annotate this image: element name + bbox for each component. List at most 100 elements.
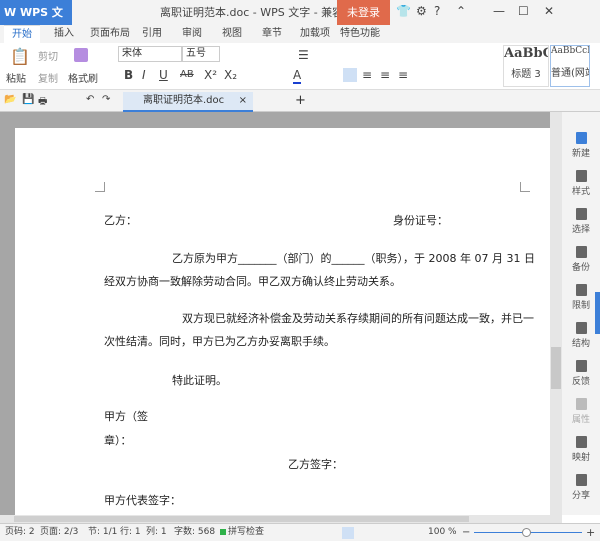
tab-layout[interactable]: 页面布局 — [90, 25, 130, 43]
text-line: 乙方签字： — [288, 458, 343, 471]
redo-icon[interactable]: ↷ — [102, 94, 110, 105]
document-tab[interactable]: 离职证明范本.doc × — [123, 92, 253, 112]
strikethrough-button[interactable]: AB — [180, 69, 194, 80]
undo-icon[interactable]: ↶ — [86, 94, 94, 105]
horizontal-scrollbar[interactable] — [0, 515, 562, 523]
maximize-button[interactable]: ☐ — [518, 4, 529, 18]
status-page: 页码: 2 — [5, 527, 35, 537]
open-icon[interactable]: 📂 — [4, 94, 16, 105]
spellcheck-button[interactable]: 拼写检查 — [228, 524, 264, 541]
bullets-icon[interactable]: ☰ — [298, 48, 309, 62]
app-menu-button[interactable]: W WPS 文字 — [0, 0, 72, 44]
paste-icon: 📋 — [10, 47, 30, 66]
italic-button[interactable]: I — [142, 68, 146, 82]
tab-view[interactable]: 视图 — [222, 25, 242, 43]
text-line: 特此证明。 — [172, 374, 227, 387]
close-tab-icon[interactable]: × — [239, 92, 247, 110]
zoom-level[interactable]: 100 % — [428, 524, 457, 541]
sidebar-feedback[interactable]: 反馈 — [562, 360, 600, 387]
document-tab-label: 离职证明范本.doc — [143, 95, 225, 106]
zoom-slider-thumb[interactable] — [522, 528, 531, 537]
sidebar-share[interactable]: 分享 — [562, 474, 600, 501]
format-painter-icon — [74, 48, 88, 62]
justify-button[interactable]: ≡ — [398, 68, 408, 82]
window-title: 离职证明范本.doc - WPS 文字 - 兼容模式 — [160, 6, 366, 19]
sidebar-styles[interactable]: 样式 — [562, 170, 600, 197]
font-select[interactable]: 宋体 — [118, 46, 182, 62]
text-line: 甲方（签 — [104, 410, 148, 423]
underline-button[interactable]: U — [159, 68, 168, 82]
align-center-button[interactable]: ≡ — [362, 68, 372, 82]
text-line: 乙方原为甲方_______（部门）的______（职务），于 2008 年 07… — [172, 252, 535, 265]
settings-icon[interactable]: ⚙ — [416, 4, 427, 18]
document-page[interactable]: 乙方： 身份证号： 乙方原为甲方_______（部门）的______（职务），于… — [15, 128, 550, 515]
sidebar-new[interactable]: 新建 — [562, 132, 600, 159]
zoom-out-button[interactable]: − — [462, 524, 470, 541]
text-line: 双方现已就经济补偿金及劳动关系存续期间的所有问题达成一致，并已一 — [182, 312, 534, 325]
font-size-select[interactable]: 五号 — [182, 46, 220, 62]
cut-button[interactable]: 剪切 — [38, 48, 58, 63]
sidebar-mapping[interactable]: 映射 — [562, 436, 600, 463]
scroll-thumb[interactable] — [14, 516, 469, 522]
tab-references[interactable]: 引用 — [142, 25, 162, 43]
sidebar-backup[interactable]: 备份 — [562, 246, 600, 273]
align-left-button[interactable] — [343, 68, 357, 82]
text-line: 章）： — [104, 434, 132, 447]
subscript-button[interactable]: X₂ — [224, 68, 237, 82]
ribbon-tabs: 开始 插入 页面布局 引用 审阅 视图 章节 加载项 特色功能 — [0, 25, 600, 43]
zoom-in-button[interactable]: + — [586, 524, 595, 541]
ribbon: 📋 粘贴 剪切 复制 格式刷 宋体 五号 B I U AB X² X₂ A ☰ … — [0, 43, 600, 90]
vertical-scrollbar[interactable] — [550, 112, 562, 515]
align-right-button[interactable]: ≡ — [380, 68, 390, 82]
help-icon[interactable]: ? — [434, 4, 440, 18]
sidebar-properties[interactable]: 属性 — [562, 398, 600, 425]
style-name: 标题 3 — [511, 69, 541, 80]
text-line: 身份证号： — [393, 214, 448, 227]
tab-home[interactable]: 开始 — [4, 25, 40, 43]
font-color-button[interactable]: A — [293, 68, 302, 84]
status-bar: 页码: 2 页面: 2/3 节: 1/1 行: 1 列: 1 字数: 568 拼… — [0, 523, 600, 541]
style-preview: AaBbC — [504, 46, 548, 61]
text-line: 次性结清。同时，甲方已为乙方办妥离职手续。 — [104, 335, 335, 348]
style-heading3[interactable]: AaBbC 标题 3 — [503, 45, 549, 87]
tab-features[interactable]: 特色功能 — [340, 25, 380, 43]
close-button[interactable]: ✕ — [544, 4, 554, 18]
login-button[interactable]: 未登录 — [337, 0, 390, 25]
page-view-button[interactable] — [342, 527, 354, 539]
text-line: 经双方协商一致解除劳动合同。甲乙双方确认终止劳动关系。 — [104, 275, 401, 288]
title-bar: W WPS 文字 离职证明范本.doc - WPS 文字 - 兼容模式 未登录 … — [0, 0, 600, 44]
superscript-button[interactable]: X² — [204, 68, 217, 82]
collapse-ribbon-icon[interactable]: ⌃ — [456, 4, 466, 18]
text-line: 甲方代表签字： — [104, 494, 181, 507]
minimize-button[interactable]: — — [493, 4, 505, 18]
status-word-count[interactable]: 字数: 568 — [174, 524, 215, 541]
status-pages[interactable]: 页面: 2/3 — [40, 524, 78, 541]
new-tab-button[interactable]: + — [295, 93, 306, 108]
paste-button[interactable]: 粘贴 — [6, 70, 26, 85]
right-sidebar: 新建 样式 选择 备份 限制 结构 反馈 属性 映射 分享 — [562, 112, 600, 515]
text-line: 乙方： — [104, 214, 137, 227]
tab-section[interactable]: 章节 — [262, 25, 282, 43]
spellcheck-icon — [220, 529, 226, 535]
print-icon[interactable]: 🖶 — [38, 94, 47, 111]
sidebar-expand-handle[interactable] — [595, 292, 600, 334]
bold-button[interactable]: B — [124, 68, 133, 82]
status-section: 节: 1/1 — [88, 527, 118, 537]
tab-insert[interactable]: 插入 — [54, 25, 74, 43]
copy-button[interactable]: 复制 — [38, 70, 58, 85]
save-icon[interactable]: 💾 — [22, 94, 34, 105]
style-normal-web[interactable]: AaBbCcD 普通(网站) — [550, 45, 590, 87]
format-painter-button[interactable]: 格式刷 — [68, 70, 98, 85]
sidebar-select[interactable]: 选择 — [562, 208, 600, 235]
scroll-thumb[interactable] — [551, 347, 561, 389]
tab-addins[interactable]: 加载项 — [300, 25, 330, 43]
status-col: 列: 1 — [146, 527, 167, 537]
style-preview: AaBbCcD — [551, 46, 589, 56]
status-row: 行: 1 — [120, 527, 141, 537]
margin-corner — [95, 182, 105, 192]
skin-icon[interactable]: 👕 — [396, 4, 411, 18]
style-name: 普通(网站) — [551, 68, 589, 79]
tab-review[interactable]: 审阅 — [182, 25, 202, 43]
document-area: 乙方： 身份证号： 乙方原为甲方_______（部门）的______（职务），于… — [0, 112, 562, 515]
margin-corner — [520, 182, 530, 192]
